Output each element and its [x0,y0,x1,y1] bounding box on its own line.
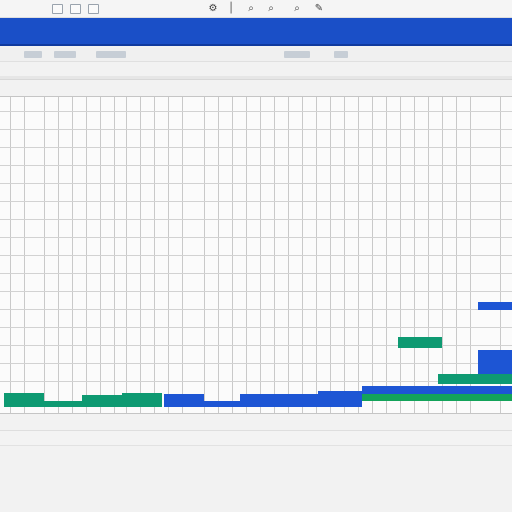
grid-row-line [0,111,512,112]
search-icon[interactable]: ⌕ [244,2,258,16]
toolbar-item[interactable] [96,51,126,58]
grid-row-line [0,381,512,382]
title-band [0,18,512,46]
square-button-icon[interactable] [52,4,63,14]
toolbar-item[interactable] [54,51,76,58]
square-button-icon[interactable] [88,4,99,14]
gantt-grid[interactable] [0,96,512,414]
grid-row-line [0,363,512,364]
task-bar[interactable] [362,386,512,394]
task-bar[interactable] [4,393,44,407]
toolbar-item[interactable] [24,51,42,58]
grid-row-line [0,273,512,274]
grid-row-line [0,165,512,166]
task-bar[interactable] [204,401,240,407]
task-bar[interactable] [240,394,318,407]
toolbar-item[interactable] [334,51,348,58]
grid-row-line [0,327,512,328]
grid-row-line [0,147,512,148]
search-icon[interactable]: ⌕ [290,2,304,16]
cursor-icon[interactable]: │ [224,2,238,16]
top-toolbar: ⚙ │ ⌕ ⌕ ⌕ ✎ [0,0,512,18]
task-bar[interactable] [362,394,512,401]
square-button-icon[interactable] [70,4,81,14]
grid-row-line [0,255,512,256]
settings-icon[interactable]: ⚙ [206,2,220,16]
task-bar[interactable] [122,393,162,407]
status-bar [0,430,512,446]
task-bar[interactable] [44,401,82,407]
timeline-ruler [0,76,512,80]
grid-row-line [0,201,512,202]
grid-row-line [0,219,512,220]
task-bar[interactable] [438,374,512,384]
secondary-toolbar [0,48,512,62]
grid-row-line [0,309,512,310]
task-bar[interactable] [164,394,204,407]
task-bar[interactable] [82,395,122,407]
search-icon[interactable]: ⌕ [264,2,278,16]
grid-row-line [0,291,512,292]
grid-row-line [0,129,512,130]
task-bar[interactable] [318,391,362,407]
task-bar[interactable] [398,337,442,348]
task-bar[interactable] [478,302,512,310]
task-bar[interactable] [478,350,512,375]
pen-icon[interactable]: ✎ [312,2,326,16]
toolbar-item[interactable] [284,51,310,58]
grid-row-line [0,183,512,184]
grid-row-line [0,237,512,238]
